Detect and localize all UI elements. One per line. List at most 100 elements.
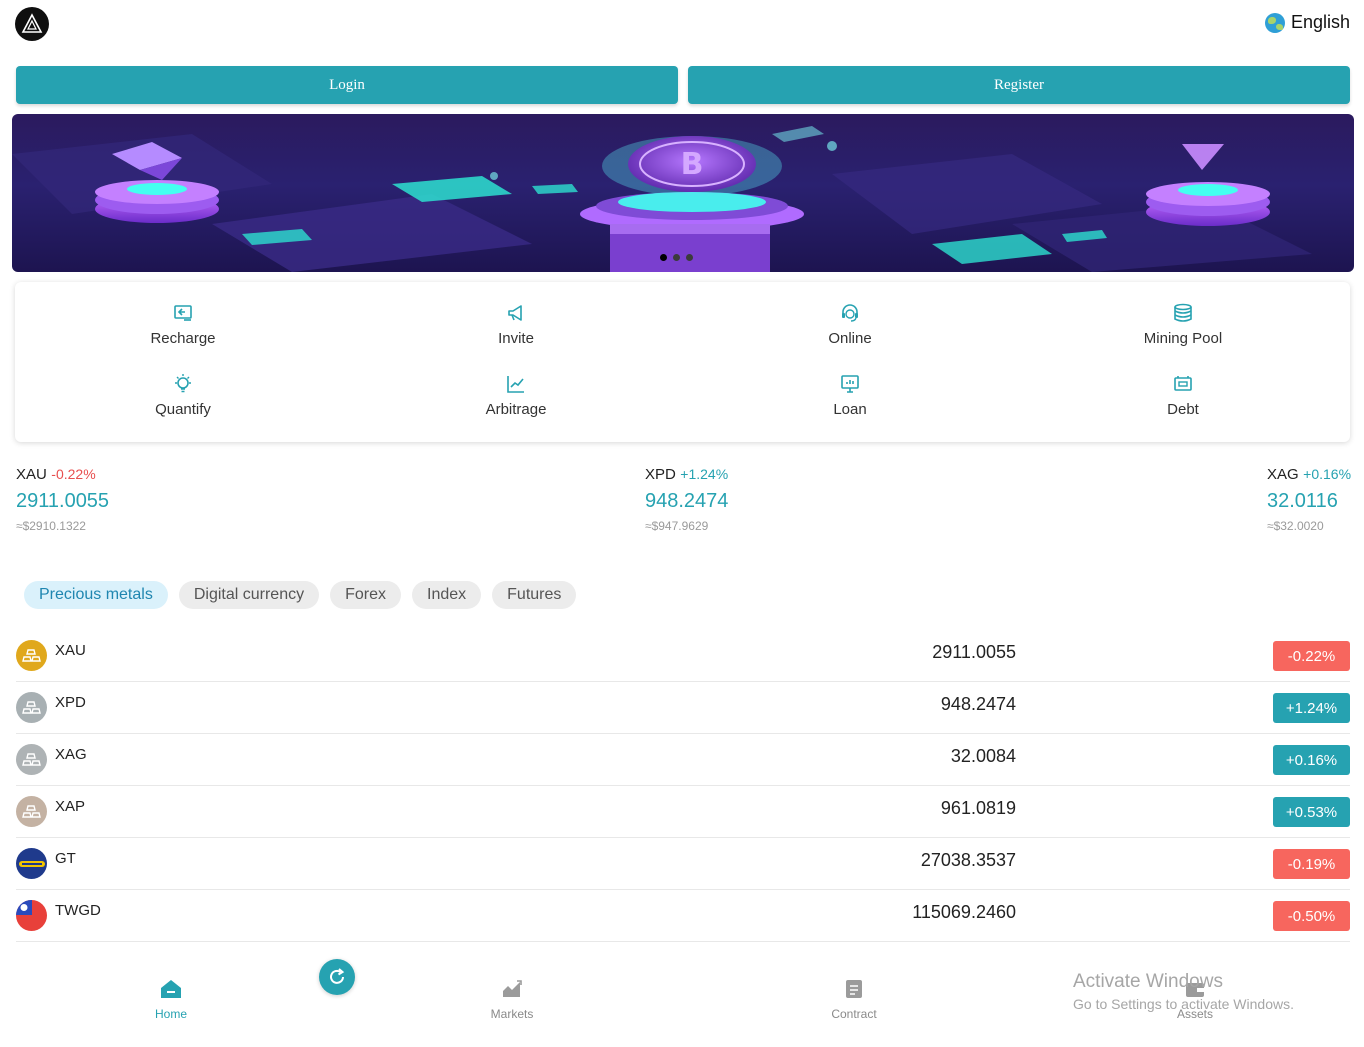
- ticker-xau[interactable]: XAU -0.22% 2911.0055 ≈$2910.1322: [16, 466, 109, 533]
- database-icon: [1174, 303, 1192, 322]
- ticker-change: +0.16%: [1303, 466, 1352, 482]
- markets-icon: [503, 980, 522, 997]
- globe-icon: [1264, 12, 1285, 33]
- coin-price: 32.0084: [950, 746, 1016, 766]
- ticker-usd: ≈$32.0020: [1267, 519, 1324, 533]
- menu-label: Mining Pool: [1143, 330, 1223, 347]
- table-row[interactable]: XPD 948.2474 +1.24%: [16, 682, 1350, 734]
- ticker-symbol: XPD: [645, 466, 676, 483]
- menu-label: Recharge: [150, 330, 216, 347]
- platinum-bars-icon: [16, 796, 47, 827]
- menu-label: Quantify: [155, 401, 211, 418]
- coin-price: 27038.3537: [920, 850, 1016, 870]
- menu-invite[interactable]: Invite: [416, 302, 616, 347]
- menu-arbitrage[interactable]: Arbitrage: [416, 373, 616, 418]
- menu-label: Debt: [1167, 401, 1199, 418]
- coin-symbol: GT: [55, 850, 76, 867]
- nav-label: Markets: [490, 1007, 534, 1021]
- ticker-price: 2911.0055: [16, 490, 110, 512]
- ticker-change: -0.22%: [51, 466, 96, 482]
- palladium-bars-icon: [16, 692, 47, 723]
- ticker-symbol: XAU: [16, 466, 47, 483]
- table-row[interactable]: XAP 961.0819 +0.53%: [16, 786, 1350, 838]
- headset-icon: [842, 304, 858, 322]
- recharge-icon: [174, 305, 192, 321]
- menu-quantify[interactable]: Quantify: [83, 373, 283, 418]
- register-button[interactable]: Register: [688, 66, 1350, 104]
- megaphone-icon: [508, 305, 522, 321]
- coin-price: 2911.0055: [932, 642, 1016, 662]
- tab-forex[interactable]: Forex: [330, 581, 401, 609]
- svg-text:B: B: [681, 147, 704, 182]
- change-badge[interactable]: +0.16%: [1273, 745, 1350, 775]
- ticker-usd: ≈$2910.1322: [16, 519, 86, 533]
- home-icon: [161, 980, 181, 998]
- gold-bars-icon: [16, 640, 47, 671]
- table-row[interactable]: GT 27038.3537 -0.19%: [16, 838, 1350, 890]
- change-badge[interactable]: -0.19%: [1273, 849, 1350, 879]
- activate-windows-watermark: Activate Windows Go to Settings to activ…: [1073, 971, 1294, 1012]
- market-tabs: Precious metals Digital currency Forex I…: [24, 581, 577, 609]
- coin-symbol: XAG: [55, 746, 87, 763]
- language-selector[interactable]: English: [1264, 12, 1350, 33]
- change-badge[interactable]: -0.50%: [1273, 901, 1350, 931]
- table-row[interactable]: TWGD 115069.2460 -0.50%: [16, 890, 1350, 942]
- banner-pagination[interactable]: [660, 254, 693, 261]
- coin-symbol: XAP: [55, 798, 86, 815]
- nav-label: Home: [154, 1007, 187, 1021]
- nav-home[interactable]: Home: [131, 977, 211, 1021]
- ticker-symbol: XAG: [1267, 466, 1299, 483]
- banner-dot[interactable]: [660, 254, 667, 261]
- triangle-logo-icon: [21, 13, 43, 33]
- menu-label: Loan: [833, 401, 867, 418]
- app-logo[interactable]: [15, 7, 49, 41]
- coin-symbol: XPD: [55, 694, 86, 711]
- login-button[interactable]: Login: [16, 66, 678, 104]
- tab-index[interactable]: Index: [412, 581, 482, 609]
- coin-price: 961.0819: [940, 798, 1016, 818]
- ticker-change: +1.24%: [680, 466, 729, 482]
- watermark-title: Activate Windows: [1073, 971, 1223, 992]
- ticket-icon: [1174, 376, 1192, 391]
- ticker-xag[interactable]: XAG +0.16% 32.0116 ≈$32.0020: [1267, 466, 1351, 533]
- promo-banner[interactable]: B: [12, 114, 1354, 272]
- menu-online[interactable]: Online: [750, 302, 950, 347]
- monitor-icon: [841, 375, 859, 393]
- tab-futures[interactable]: Futures: [492, 581, 577, 609]
- taiwan-flag-icon: [16, 900, 47, 931]
- nav-markets[interactable]: Markets: [472, 977, 552, 1021]
- market-list: XAU 2911.0055 -0.22% XPD 948.2474 +1.24%…: [16, 630, 1350, 942]
- table-row[interactable]: XAU 2911.0055 -0.22%: [16, 630, 1350, 682]
- ticker-price: 948.2474: [645, 490, 729, 512]
- ticker-usd: ≈$947.9629: [645, 519, 709, 533]
- menu-debt[interactable]: Debt: [1083, 373, 1283, 418]
- lightbulb-icon: [175, 374, 191, 393]
- goodyear-logo-icon: [16, 848, 47, 879]
- tab-digital-currency[interactable]: Digital currency: [178, 581, 320, 609]
- nav-label: Contract: [831, 1007, 877, 1021]
- coin-price: 948.2474: [940, 694, 1016, 714]
- watermark-subtitle: Go to Settings to activate Windows.: [1073, 996, 1294, 1012]
- banner-dot[interactable]: [686, 254, 693, 261]
- nav-contract[interactable]: Contract: [814, 977, 894, 1021]
- coin-symbol: TWGD: [55, 902, 101, 919]
- menu-loan[interactable]: Loan: [750, 373, 950, 418]
- menu-recharge[interactable]: Recharge: [83, 302, 283, 347]
- change-badge[interactable]: +0.53%: [1273, 797, 1350, 827]
- refresh-button[interactable]: [319, 959, 355, 995]
- change-badge[interactable]: +1.24%: [1273, 693, 1350, 723]
- banner-dot[interactable]: [673, 254, 680, 261]
- quick-menu: Recharge Invite Online Mining Pool Quant…: [15, 282, 1350, 442]
- tab-precious-metals[interactable]: Precious metals: [24, 581, 168, 609]
- ticker-price: 32.0116: [1267, 490, 1338, 512]
- ticker-xpd[interactable]: XPD +1.24% 948.2474 ≈$947.9629: [645, 466, 728, 533]
- coin-symbol: XAU: [55, 642, 86, 659]
- menu-label: Invite: [498, 330, 534, 347]
- banner-artwork: B: [12, 126, 1312, 272]
- change-badge[interactable]: -0.22%: [1273, 641, 1350, 671]
- table-row[interactable]: XAG 32.0084 +0.16%: [16, 734, 1350, 786]
- menu-mining-pool[interactable]: Mining Pool: [1083, 302, 1283, 347]
- coin-price: 115069.2460: [912, 902, 1016, 922]
- language-label: English: [1290, 12, 1350, 32]
- contract-icon: [846, 980, 862, 998]
